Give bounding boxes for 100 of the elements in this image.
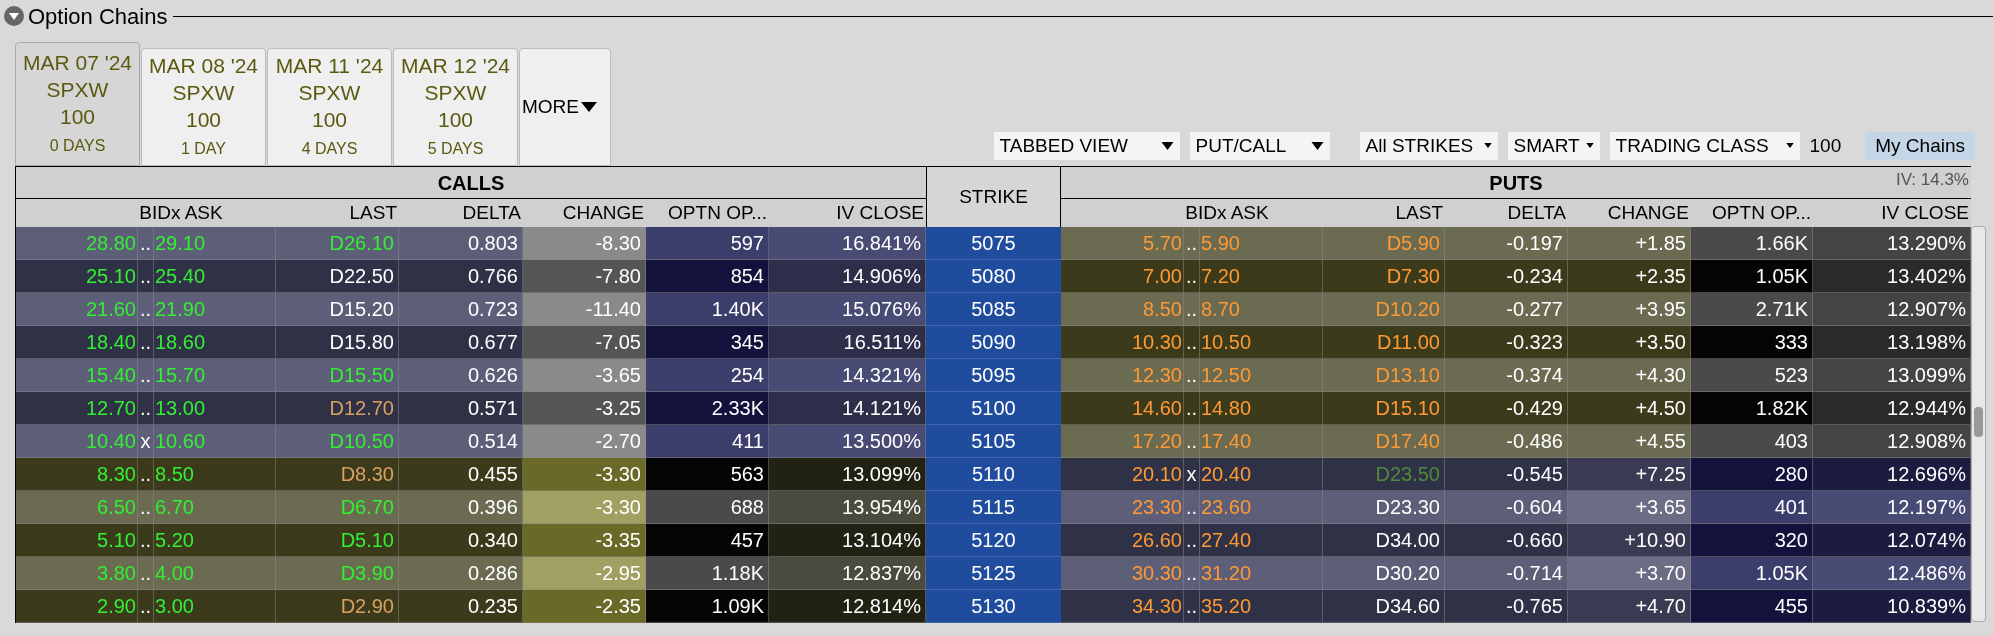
table-cell: 13.099% [1813,359,1971,392]
table-cell: 5.90 [1200,227,1323,260]
table-cell: 0.723 [399,293,523,326]
table-cell: -0.486 [1445,425,1568,458]
table-cell: 12.908% [1813,425,1971,458]
last-price: D2.90 [340,595,394,617]
last-price: D26.10 [329,232,394,254]
table-cell: +1.85 [1568,227,1691,260]
table-cell: 345 [646,326,769,359]
table-cell: 0.455 [399,458,523,491]
table-cell: 2.33K [646,392,769,425]
strike-cell: 5090 [926,326,1061,359]
table-cell: -0.323 [1445,326,1568,359]
table-cell: +3.95 [1568,293,1691,326]
table-cell: 688 [646,491,769,524]
table-cell: +3.50 [1568,326,1691,359]
collapse-icon[interactable] [4,6,24,26]
table-cell: 1.18K [646,557,769,590]
table-cell: -7.05 [523,326,646,359]
table-cell: .. [1184,293,1200,326]
table-cell: .. [1184,227,1200,260]
table-cell: 13.290% [1813,227,1971,260]
table-cell: 14.60 [1061,392,1184,425]
table-cell: 13.198% [1813,326,1971,359]
last-price: D3.90 [340,562,394,584]
table-cell: 34.30 [1061,590,1184,623]
table-cell: +4.55 [1568,425,1691,458]
table-cell: 13.099% [769,458,926,491]
table-cell: +4.70 [1568,590,1691,623]
table-cell: 17.20 [1061,425,1184,458]
table-cell: 6.70 [154,491,276,524]
scrollbar[interactable] [1971,226,1986,622]
table-cell: 0.571 [399,392,523,425]
expiry-tab[interactable]: MAR 12 '24 SPXW 100 5 DAYS [393,48,518,166]
table-cell: 10.30 [1061,326,1184,359]
dropdown[interactable]: PUT/CALL [1189,131,1330,160]
table-cell: .. [1184,524,1200,557]
expiry-tab[interactable]: MAR 07 '24 SPXW 100 0 DAYS [15,42,140,166]
table-cell: 0.235 [399,590,523,623]
table-cell: 23.60 [1200,491,1323,524]
table-cell: 14.906% [769,260,926,293]
strike-cell: 5115 [926,491,1061,524]
table-cell: .. [138,590,154,623]
dropdown[interactable]: TABBED VIEW [993,131,1180,160]
table-cell: .. [138,491,154,524]
table-cell: -3.30 [523,458,646,491]
table-cell: -0.374 [1445,359,1568,392]
dropdown[interactable]: All STRIKES [1359,131,1498,160]
strike-cell: 5080 [926,260,1061,293]
last-price: D8.30 [340,463,394,485]
table-cell: 13.104% [769,524,926,557]
table-cell: 455 [1691,590,1813,623]
strike-cell: 5110 [926,458,1061,491]
last-price: D23.50 [1375,463,1440,485]
table-cell: 3.00 [154,590,276,623]
table-cell: 2.71K [1691,293,1813,326]
table-cell: 27.40 [1200,524,1323,557]
table-cell: 16.841% [769,227,926,260]
last-price: D11.00 [1377,331,1440,353]
table-cell: +4.50 [1568,392,1691,425]
table-cell: 2.90 [16,590,138,623]
strike-cell: 5120 [926,524,1061,557]
table-cell: 7.00 [1061,260,1184,293]
table-cell: 21.60 [16,293,138,326]
table-cell: .. [1184,359,1200,392]
caret-icon [1585,143,1594,149]
table-cell: 25.10 [16,260,138,293]
table-cell: 403 [1691,425,1813,458]
table-cell: -11.40 [523,293,646,326]
table-cell: 5.20 [154,524,276,557]
table-cell: 1.09K [646,590,769,623]
my-chains-button[interactable]: My Chains [1865,131,1975,160]
table-cell: 26.60 [1061,524,1184,557]
table-cell: 35.20 [1200,590,1323,623]
table-cell: 280 [1691,458,1813,491]
table-cell: -2.35 [523,590,646,623]
table-cell: +10.90 [1568,524,1691,557]
last-price: D7.30 [1386,265,1440,287]
more-button[interactable]: MORE [519,48,611,166]
last-price: D5.90 [1386,232,1440,254]
puts-header: PUTS [1489,170,1543,196]
table-cell: 13.402% [1813,260,1971,293]
table-cell: 15.076% [769,293,926,326]
table-cell: 12.944% [1813,392,1971,425]
column-header: STRIKE [926,167,1061,227]
dropdown[interactable]: SMART [1507,131,1600,160]
table-cell: 12.30 [1061,359,1184,392]
dropdown[interactable]: TRADING CLASS [1609,131,1800,160]
iv-label: IV: 14.3% [1895,169,1969,191]
scrollbar-thumb[interactable] [1974,407,1983,437]
multiplier-label: 100 [1809,133,1842,158]
expiry-tab[interactable]: MAR 08 '24 SPXW 100 1 DAY [141,48,266,166]
table-cell: -0.429 [1445,392,1568,425]
table-cell: -3.65 [523,359,646,392]
table-cell: 30.30 [1061,557,1184,590]
table-cell: 8.30 [16,458,138,491]
table-cell: 0.803 [399,227,523,260]
expiry-tab[interactable]: MAR 11 '24 SPXW 100 4 DAYS [267,48,392,166]
table-cell: 16.511% [769,326,926,359]
table-cell: 15.40 [16,359,138,392]
